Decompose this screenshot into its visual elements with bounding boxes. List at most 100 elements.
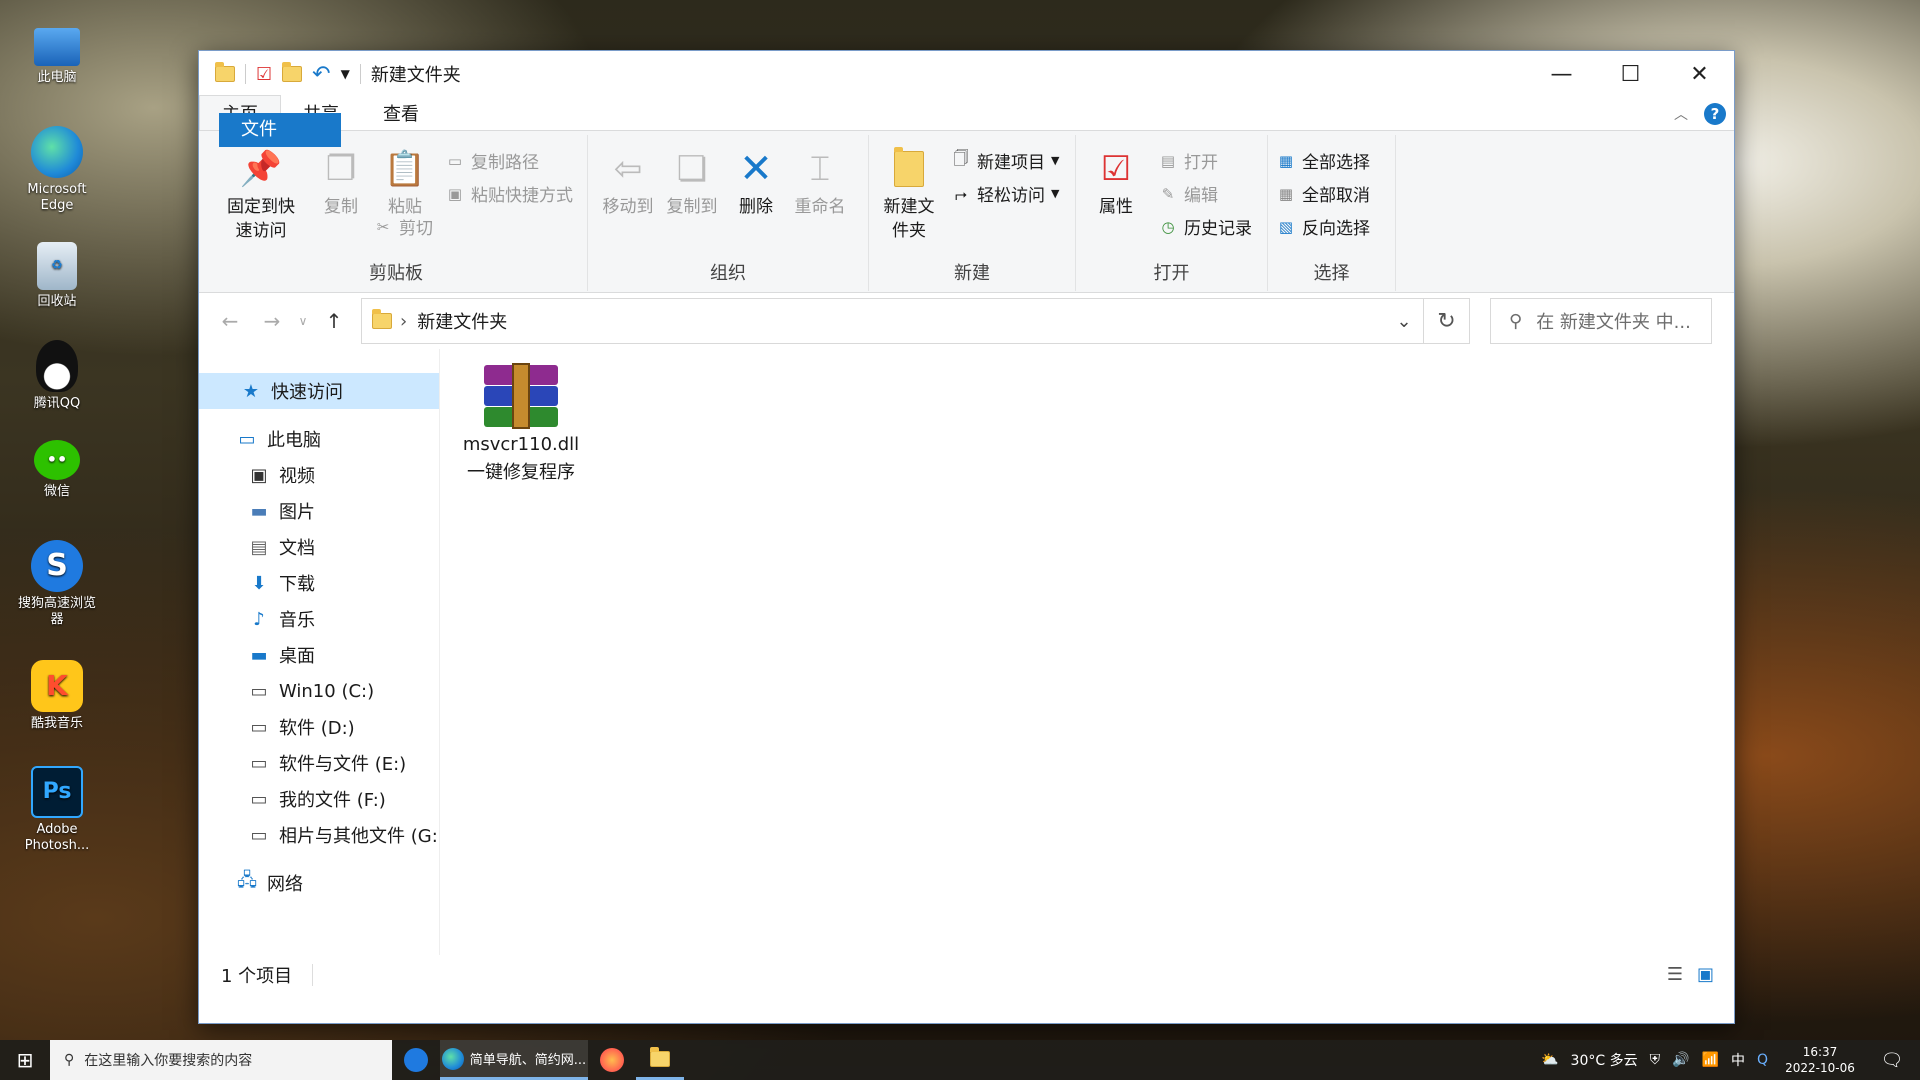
forward-arrow-icon[interactable]: →: [251, 309, 293, 333]
desktop-icon-wechat[interactable]: •• 微信: [14, 440, 100, 500]
move-to-icon: ⇦: [613, 149, 643, 189]
easy-access-dropdown[interactable]: ⮣ 轻松访问 ▼: [951, 180, 1059, 207]
minimize-button[interactable]: —: [1527, 51, 1596, 97]
nav-item-videos[interactable]: ▣ 视频: [199, 457, 439, 493]
desktop-icon-recycle-bin[interactable]: ♻ 回收站: [14, 242, 100, 310]
nav-item-pictures[interactable]: ▬ 图片: [199, 493, 439, 529]
item-count: 1 个项目: [221, 965, 293, 987]
new-folder-icon[interactable]: [282, 62, 303, 82]
tab-view[interactable]: 查看: [361, 96, 441, 130]
search-input[interactable]: ⚲ 在 新建文件夹 中...: [1490, 298, 1712, 344]
recent-locations-chevron-icon[interactable]: ∨: [293, 314, 313, 328]
nav-item-drive-f[interactable]: ▭ 我的文件 (F:): [199, 781, 439, 817]
undo-icon[interactable]: ↶: [312, 62, 330, 87]
nav-item-documents[interactable]: ▤ 文档: [199, 529, 439, 565]
volume-icon[interactable]: 🔊: [1672, 1052, 1689, 1068]
large-icons-view-icon[interactable]: ▣: [1697, 964, 1714, 985]
desktop-icon-photoshop[interactable]: Ps Adobe Photosh...: [14, 766, 100, 854]
desktop-icon-label: 酷我音乐: [30, 716, 83, 731]
up-arrow-icon[interactable]: ↑: [313, 309, 355, 333]
easy-access-icon: ⮣: [954, 184, 967, 203]
breadcrumb-current-folder[interactable]: 新建文件夹: [417, 308, 507, 334]
notification-icon[interactable]: 🗨: [1872, 1050, 1912, 1071]
pin-icon: 📌: [239, 149, 283, 189]
collapse-ribbon-chevron-icon[interactable]: ︿: [1674, 104, 1688, 124]
customize-toolbar-chevron-icon[interactable]: ▼: [341, 67, 350, 81]
explorer-body: ★ 快速访问 ▭ 此电脑 ▣ 视频 ▬ 图片 ▤ 文档 ⬇ 下载 ♪ 音乐 ▬ …: [199, 349, 1734, 955]
dropdown-arrow-icon: ▼: [1051, 187, 1060, 200]
security-shield-icon[interactable]: ⛨: [1650, 1052, 1661, 1068]
taskbar-firefox-icon[interactable]: [588, 1040, 636, 1080]
desktop-icon-label: 微信: [43, 484, 70, 499]
new-folder-icon: [889, 147, 929, 191]
address-bar[interactable]: › 新建文件夹 ⌄: [361, 298, 1424, 344]
rename-icon: ⌶: [809, 149, 831, 189]
windows-start-icon[interactable]: ⊞: [0, 1040, 50, 1080]
paste-shortcut-button[interactable]: ▣ 粘贴快捷方式: [445, 180, 573, 207]
navigation-pane: ★ 快速访问 ▭ 此电脑 ▣ 视频 ▬ 图片 ▤ 文档 ⬇ 下载 ♪ 音乐 ▬ …: [199, 349, 440, 955]
refresh-icon[interactable]: ↻: [1424, 298, 1470, 344]
breadcrumb-chevron-icon[interactable]: ›: [400, 311, 407, 332]
nav-item-music[interactable]: ♪ 音乐: [199, 601, 439, 637]
address-row: ← → ∨ ↑ › 新建文件夹 ⌄ ↻ ⚲ 在 新建文件夹 中...: [199, 293, 1734, 349]
desktop-icon-qq[interactable]: 腾讯QQ: [14, 340, 100, 412]
winrar-archive-icon: [484, 363, 558, 429]
open-icon: ▤: [1160, 151, 1176, 170]
taskbar-search-input[interactable]: ⚲ 在这里输入你要搜索的内容: [50, 1040, 392, 1080]
nav-item-drive-e[interactable]: ▭ 软件与文件 (E:): [199, 745, 439, 781]
nav-item-quick-access[interactable]: ★ 快速访问: [199, 373, 439, 409]
address-history-chevron-icon[interactable]: ⌄: [1385, 311, 1423, 332]
wechat-icon: ••: [34, 440, 80, 480]
nav-item-downloads[interactable]: ⬇ 下载: [199, 565, 439, 601]
taskbar-sogou-browser-icon[interactable]: [392, 1040, 440, 1080]
edit-button[interactable]: ✎ 编辑: [1158, 180, 1252, 207]
weather-text[interactable]: 30°C 多云: [1571, 1050, 1638, 1070]
kuwo-music-icon: K: [31, 660, 83, 712]
nav-item-desktop[interactable]: ▬ 桌面: [199, 637, 439, 673]
cut-button[interactable]: ✂ 剪切: [373, 213, 573, 240]
select-all-button[interactable]: ▦ 全部选择: [1276, 147, 1370, 174]
properties-check-icon[interactable]: ☑: [256, 64, 272, 85]
nav-item-drive-c[interactable]: ▭ Win10 (C:): [199, 673, 439, 709]
desktop-icon-edge[interactable]: Microsoft Edge: [14, 126, 100, 214]
desktop-icon-label: Adobe Photosh...: [24, 822, 90, 853]
help-icon[interactable]: ?: [1704, 103, 1726, 125]
copy-path-button[interactable]: ▭ 复制路径: [445, 147, 573, 174]
taskbar-edge-window[interactable]: 简单导航、简约网...: [440, 1040, 588, 1080]
invert-selection-icon: ▧: [1278, 217, 1294, 236]
cloudy-weather-icon: ⛅: [1541, 1052, 1559, 1068]
network-icon[interactable]: 📶: [1702, 1052, 1719, 1068]
network-icon: 🖧: [236, 870, 258, 891]
taskbar-window-title: 简单导航、简约网...: [469, 1053, 587, 1068]
new-item-dropdown[interactable]: 🗍 新建项目 ▼: [951, 147, 1060, 174]
details-view-icon[interactable]: ☰: [1667, 964, 1683, 985]
clock-date: 2022-10-06: [1785, 1061, 1855, 1075]
nav-item-drive-g[interactable]: ▭ 相片与其他文件 (G:: [199, 817, 439, 853]
maximize-button[interactable]: ☐: [1596, 51, 1665, 97]
invert-selection-button[interactable]: ▧ 反向选择: [1276, 213, 1370, 240]
group-label-select: 选择: [1313, 263, 1350, 284]
clock[interactable]: 16:37 2022-10-06: [1780, 1044, 1860, 1076]
open-button[interactable]: ▤ 打开: [1158, 147, 1252, 174]
document-icon: ▤: [250, 536, 268, 558]
desktop-icon-label: Microsoft Edge: [27, 182, 87, 213]
desktop-icon-this-pc[interactable]: 此电脑: [14, 28, 100, 86]
select-none-button[interactable]: ▦ 全部取消: [1276, 180, 1370, 207]
back-arrow-icon[interactable]: ←: [209, 309, 251, 333]
qq-tray-icon[interactable]: Q: [1757, 1052, 1768, 1068]
taskbar-file-explorer-icon[interactable]: [636, 1040, 684, 1080]
computer-icon: [34, 28, 80, 66]
folder-icon: [215, 62, 235, 82]
desktop-icon-kuwo-music[interactable]: K 酷我音乐: [14, 660, 100, 732]
close-button[interactable]: ✕: [1665, 51, 1734, 97]
desktop-icon-sogou-browser[interactable]: S 搜狗高速浏览器: [14, 540, 100, 628]
search-icon: ⚲: [64, 1052, 75, 1068]
search-placeholder: 在 新建文件夹 中...: [1536, 312, 1691, 333]
nav-item-drive-d[interactable]: ▭ 软件 (D:): [199, 709, 439, 745]
input-method-icon[interactable]: 中: [1731, 1050, 1745, 1070]
system-drive-icon: ▭: [250, 680, 268, 702]
history-button[interactable]: ◷ 历史记录: [1158, 213, 1252, 240]
file-item[interactable]: msvcr110.dll 一键修复程序: [460, 363, 582, 487]
nav-item-network[interactable]: 🖧 网络: [199, 865, 439, 901]
nav-item-this-pc[interactable]: ▭ 此电脑: [199, 421, 439, 457]
